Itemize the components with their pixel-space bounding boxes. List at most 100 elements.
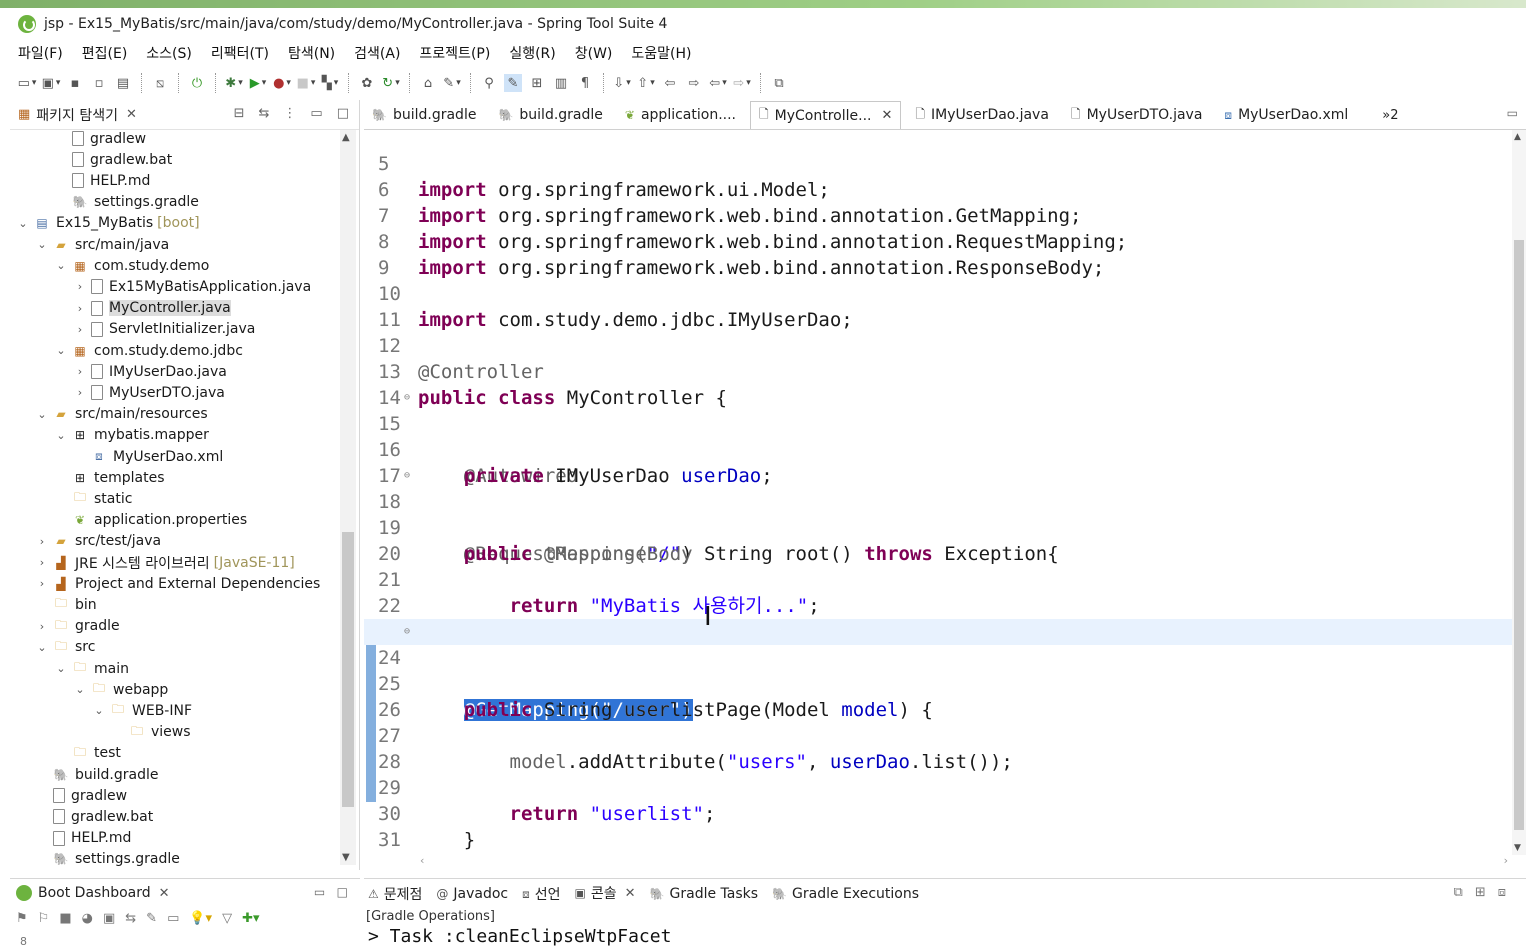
- chevron-down-icon[interactable]: ⌄: [35, 238, 49, 251]
- chevron-right-icon[interactable]: ›: [35, 556, 49, 569]
- add-icon[interactable]: ✚▾: [242, 911, 259, 926]
- tab-imyuserdao[interactable]: 🗋 IMyUserDao.java: [907, 101, 1057, 129]
- code-editor[interactable]: 5 import org.springframework.ui.Model; 6…: [364, 130, 1514, 855]
- tree-item[interactable]: ⌄ 🗀 WEB-INF: [92, 700, 196, 721]
- show-whitespace-icon[interactable]: ¶: [576, 74, 594, 92]
- last-edit-icon[interactable]: ⇦: [661, 74, 679, 92]
- word-wrap-icon[interactable]: ▥: [552, 74, 570, 92]
- console-icon[interactable]: ▣: [103, 911, 115, 926]
- save-all-icon[interactable]: ▫: [90, 74, 108, 92]
- chevron-down-icon[interactable]: ⌄: [16, 217, 30, 230]
- chevron-right-icon[interactable]: ›: [73, 323, 87, 336]
- close-icon[interactable]: ✕: [625, 886, 636, 901]
- tree-item[interactable]: ⌄ ▤ Ex15_MyBatis [boot]: [16, 213, 199, 234]
- tree-item[interactable]: ❦ application.properties: [54, 510, 251, 531]
- tree-item[interactable]: › ▟ JRE 시스템 라이브러리 [JavaSE-11]: [35, 552, 295, 573]
- fold-icon[interactable]: ⊖: [404, 385, 410, 411]
- scrollbar-thumb[interactable]: [342, 532, 354, 807]
- scroll-up-icon[interactable]: ▲: [342, 132, 350, 143]
- menu-file[interactable]: 파일(F): [18, 43, 63, 63]
- debug-icon[interactable]: ⚐: [38, 911, 50, 926]
- fold-icon[interactable]: ⊖: [404, 463, 410, 489]
- chevron-down-icon[interactable]: ⌄: [35, 641, 49, 654]
- restart-icon[interactable]: ◕: [82, 911, 93, 926]
- tree-item[interactable]: ⊞ templates: [54, 467, 169, 488]
- menu-run[interactable]: 실행(R): [509, 43, 555, 63]
- forward-edit-icon[interactable]: ⇨: [685, 74, 703, 92]
- editor-horizontal-scrollbar[interactable]: ‹ ›: [418, 854, 1512, 868]
- chevron-right-icon[interactable]: ›: [35, 535, 49, 548]
- scroll-down-icon[interactable]: ▼: [1514, 843, 1521, 853]
- chevron-right-icon[interactable]: ›: [73, 365, 87, 378]
- scrollbar-thumb[interactable]: [1514, 240, 1524, 830]
- tab-gradle-executions[interactable]: 🐘 Gradle Executions: [772, 886, 919, 902]
- open-perspective-icon[interactable]: ⧉: [770, 74, 788, 92]
- tree-item[interactable]: › MyController.java: [73, 298, 235, 319]
- chevron-down-icon[interactable]: ⌄: [54, 429, 68, 442]
- previous-annotation-icon[interactable]: ⇧: [637, 74, 655, 92]
- tab-my-controller[interactable]: 🗋 MyControlle... ✕: [750, 101, 902, 129]
- chevron-down-icon[interactable]: ⌄: [35, 408, 49, 421]
- mark-occurrences-icon[interactable]: ✎: [504, 74, 522, 92]
- tab-myuserdao-xml[interactable]: ⧈ MyUserDao.xml: [1216, 101, 1356, 129]
- chevron-down-icon[interactable]: ⌄: [54, 662, 68, 675]
- tree-item[interactable]: 🗀 views: [111, 722, 195, 743]
- tree-item[interactable]: 🐘 settings.gradle: [54, 192, 203, 213]
- pin-console-icon[interactable]: ⊞: [1475, 885, 1486, 900]
- tree-item[interactable]: ⌄ 🗀 src: [35, 637, 99, 658]
- tree-item[interactable]: ⌄ ▰ src/main/java: [35, 234, 173, 255]
- lightbulb-icon[interactable]: 💡▾: [189, 911, 212, 926]
- menu-project[interactable]: 프로젝트(P): [419, 43, 490, 63]
- tree-item[interactable]: 🐘 settings.gradle: [35, 849, 184, 870]
- tab-build-gradle-1[interactable]: 🐘 build.gradle: [364, 101, 484, 129]
- close-icon[interactable]: ✕: [881, 108, 892, 123]
- scroll-up-icon[interactable]: ▲: [1514, 132, 1521, 142]
- new-spring-icon[interactable]: ✿: [358, 74, 376, 92]
- open-type-icon[interactable]: ⌂: [419, 74, 437, 92]
- close-icon[interactable]: ✕: [126, 107, 137, 122]
- chevron-right-icon[interactable]: ›: [73, 280, 87, 293]
- scroll-left-icon[interactable]: ‹: [420, 854, 424, 867]
- tree-item[interactable]: ⧈ MyUserDao.xml: [73, 446, 227, 467]
- tab-build-gradle-2[interactable]: 🐘 build.gradle: [490, 101, 610, 129]
- open-task-icon[interactable]: ✎: [443, 74, 461, 92]
- tree-item[interactable]: ⌄ ▦ com.study.demo.jdbc: [54, 340, 247, 361]
- stop-icon[interactable]: ■: [297, 74, 315, 92]
- close-icon[interactable]: ✕: [159, 886, 170, 901]
- tree-item[interactable]: gradlew: [54, 130, 150, 149]
- boot-minmax-icon[interactable]: ▭ □: [314, 885, 348, 899]
- tree-item[interactable]: 🐘 build.gradle: [35, 764, 163, 785]
- chevron-right-icon[interactable]: ›: [35, 620, 49, 633]
- filter-icon[interactable]: ▽: [222, 911, 232, 926]
- tab-myuserdto[interactable]: 🗋 MyUserDTO.java: [1063, 101, 1211, 129]
- stop-icon[interactable]: ■: [59, 911, 71, 926]
- display-console-icon[interactable]: ⧈: [1498, 885, 1506, 900]
- new-icon[interactable]: ▭: [18, 74, 36, 92]
- more-tabs-button[interactable]: »2: [1382, 108, 1398, 123]
- chevron-right-icon[interactable]: ›: [73, 386, 87, 399]
- back-icon[interactable]: ⇦: [709, 74, 727, 92]
- tree-item[interactable]: › ▰ src/test/java: [35, 531, 165, 552]
- menu-window[interactable]: 창(W): [575, 43, 613, 63]
- chevron-down-icon[interactable]: ⌄: [92, 704, 106, 717]
- menu-navigate[interactable]: 탐색(N): [288, 43, 335, 63]
- menu-help[interactable]: 도움말(H): [631, 43, 691, 63]
- clear-console-icon[interactable]: ⧉: [1454, 885, 1463, 900]
- link-with-editor-icon[interactable]: ⇆: [259, 106, 270, 121]
- view-menu-icon[interactable]: ⋮: [283, 106, 296, 121]
- tab-console[interactable]: ▣ 콘솔 ✕: [574, 883, 636, 905]
- open-browser-icon[interactable]: ▭: [167, 911, 179, 926]
- tab-javadoc[interactable]: @ Javadoc: [436, 886, 508, 902]
- tree-item[interactable]: ⌄ ▰ src/main/resources: [35, 404, 212, 425]
- chevron-right-icon[interactable]: ›: [73, 302, 87, 315]
- tree-item[interactable]: ⌄ 🗀 webapp: [73, 679, 172, 700]
- menu-source[interactable]: 소스(S): [146, 43, 192, 63]
- chevron-right-icon[interactable]: ›: [35, 577, 49, 590]
- tree-item[interactable]: HELP.md: [54, 170, 154, 191]
- chevron-down-icon[interactable]: ⌄: [54, 259, 68, 272]
- tab-application-properties[interactable]: ❦ application....: [617, 101, 744, 129]
- new-package-icon[interactable]: ▣: [42, 74, 60, 92]
- tree-item[interactable]: › ▟ Project and External Dependencies: [35, 573, 324, 594]
- tree-item[interactable]: ⌄ ⊞ mybatis.mapper: [54, 425, 213, 446]
- tree-item[interactable]: 🗀 bin: [35, 594, 101, 615]
